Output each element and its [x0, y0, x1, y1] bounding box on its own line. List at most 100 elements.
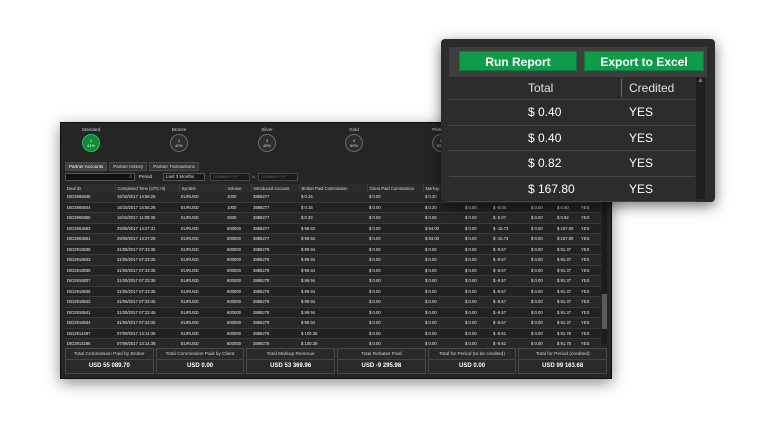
column-header[interactable]: Completed Time (UTC+0) — [115, 184, 180, 192]
table-cell: $ 0.00 — [529, 202, 555, 213]
table-cell: $ 0.00 — [529, 296, 555, 308]
table-row[interactable]: DID2918838 31/08/2017 07:33:35 EURUSD 60000… — [65, 244, 601, 255]
run-report-button[interactable]: Run Report — [459, 51, 577, 71]
row-total: $ 167.80 — [528, 181, 575, 196]
column-header[interactable]: Client Paid Commission — [367, 184, 424, 192]
table-cell: $ 0.00 — [423, 244, 463, 255]
table-row[interactable]: DID2965855 16/10/2017 11:08:38 EURUSD 2000 3… — [65, 212, 601, 224]
date-from-field[interactable]: DD/MM/YYYY — [210, 173, 250, 181]
total-value: USD 0.00 — [459, 363, 486, 369]
table-cell: $ 0.33 — [299, 212, 367, 224]
table-row[interactable]: $ 0.82 YES — [449, 151, 695, 177]
column-divider — [621, 79, 622, 97]
table-cell: $ 0.00 — [463, 265, 491, 276]
total-value: USD 53 369.96 — [270, 363, 312, 369]
column-header[interactable]: Broker Paid Commission — [299, 184, 368, 192]
table-cell: 3886278 — [251, 296, 299, 308]
table-cell: 31/08/2017 07:33:45 — [115, 307, 179, 318]
row-credited: YES — [629, 156, 654, 171]
table-cell: 3886278 — [251, 286, 299, 297]
table-cell: $ 99.53 — [299, 223, 367, 234]
table-row[interactable]: DID2918835 31/08/2017 07:33:35 EURUSD 60000… — [65, 265, 601, 276]
table-cell: $ 167.80 — [555, 233, 579, 245]
table-cell: EURUSD — [179, 223, 225, 234]
table-cell: $ 0.00 — [463, 223, 491, 234]
table-cell: $ 91.37 — [555, 307, 579, 318]
row-credited: YES — [629, 130, 654, 145]
table-cell: 600000 — [225, 254, 251, 266]
table-row[interactable]: DID2963661 29/09/2017 14:27:29 EURUSD 60000… — [65, 233, 601, 245]
scroll-up-arrow-icon[interactable]: ▲ — [697, 77, 704, 85]
date-to-field[interactable]: DD/MM/YYYY — [258, 173, 298, 181]
popup-scrollbar[interactable]: ▲ — [696, 77, 705, 199]
level-name: Silver — [261, 127, 273, 132]
column-header-credited[interactable]: Credited — [629, 77, 674, 99]
column-header-total[interactable]: Total — [528, 77, 553, 99]
table-cell: $ 99.94 — [299, 317, 367, 329]
table-row[interactable]: DID2965844 16/10/2017 14:56:26 EURUSD 1000 3… — [65, 202, 601, 213]
table-cell: 16/10/2017 14:56:26 — [115, 192, 179, 203]
table-row[interactable]: DID2963663 29/09/2017 14:27:31 EURUSD 60000… — [65, 223, 601, 234]
table-cell: 31/08/2017 07:33:35 — [115, 286, 179, 297]
scroll-thumb[interactable] — [602, 294, 607, 329]
row-credited: YES — [629, 181, 654, 196]
level-silver: Silver 3 45% — [237, 127, 297, 159]
table-row[interactable]: DID2918837 31/08/2017 07:33:35 EURUSD 60000… — [65, 275, 601, 287]
total-client-commission: Total Commission Paid by Client USD 0.00 — [155, 348, 245, 374]
table-scrollbar[interactable] — [602, 184, 607, 344]
search-input[interactable]: ⌕ — [65, 173, 135, 181]
table-cell: 600000 — [225, 244, 251, 255]
table-cell: EURUSD — [179, 317, 225, 329]
table-cell: $ 0.00 — [367, 254, 423, 266]
table-cell: 29/09/2017 14:27:31 — [115, 223, 179, 234]
export-to-excel-button[interactable]: Export to Excel — [584, 51, 704, 71]
popup-toolbar: Run Report Export to Excel — [449, 47, 707, 77]
table-cell: 600000 — [225, 296, 251, 308]
table-cell: EURUSD — [179, 192, 225, 203]
level-badge: 3 45% — [258, 134, 276, 152]
table-cell: $ 0.00 — [423, 265, 463, 276]
tab-bar: Partner Accounts Partner History Partner… — [65, 162, 199, 171]
table-cell: $ 0.00 — [367, 317, 423, 329]
table-cell: $ 99.94 — [299, 244, 367, 255]
table-row[interactable]: $ 167.80 YES — [449, 177, 695, 202]
period-select[interactable]: Last 3 Months — [163, 173, 205, 181]
column-header[interactable]: Deal ID — [65, 184, 116, 192]
table-row[interactable]: $ 0.40 YES — [449, 100, 695, 126]
total-value: USD -9 295.98 — [361, 363, 402, 369]
table-row[interactable]: DID2918836 31/08/2017 07:33:35 EURUSD 60000… — [65, 286, 601, 297]
table-cell: $ 99.94 — [299, 296, 367, 308]
table-cell: $ 91.37 — [555, 275, 579, 287]
column-header[interactable]: Introduced Account — [251, 184, 300, 192]
column-header[interactable]: Symbol — [179, 184, 226, 192]
table-row[interactable]: DID2918842 31/08/2017 07:33:45 EURUSD 60000… — [65, 296, 601, 308]
table-row[interactable]: DID2914297 07/09/2017 13:14:38 EURUSD 60000… — [65, 328, 601, 339]
table-cell: $ -15.73 — [491, 223, 529, 234]
column-header[interactable]: Volume — [225, 184, 252, 192]
table-cell: $ 91.37 — [555, 296, 579, 308]
tab-partner-history[interactable]: Partner History — [109, 162, 148, 171]
table-cell: $ 0.00 — [367, 286, 423, 297]
tab-partner-transactions[interactable]: Partner Transactions — [149, 162, 199, 171]
table-cell: 31/08/2017 07:33:35 — [115, 265, 179, 276]
table-cell: $ -0.07 — [491, 212, 529, 224]
table-cell: 3886277 — [251, 202, 299, 213]
table-cell: $ 0.00 — [529, 275, 555, 287]
table-row[interactable]: DID2918841 31/08/2017 07:33:45 EURUSD 60000… — [65, 307, 601, 318]
table-cell: YES — [579, 317, 601, 329]
table-cell: $ 0.00 — [463, 275, 491, 287]
total-label: Total Commission Paid by Client — [156, 349, 244, 360]
totals-bar: Total Commission Paid by Broker USD 55 0… — [65, 348, 608, 374]
tab-partner-accounts[interactable]: Partner Accounts — [65, 162, 108, 171]
table-cell: $ 0.00 — [463, 307, 491, 318]
table-row[interactable]: $ 0.40 YES — [449, 126, 695, 151]
table-cell: $ 0.00 — [529, 328, 555, 339]
level-percent: 41% — [86, 143, 95, 148]
table-row[interactable]: DID2918833 31/08/2017 07:33:35 EURUSD 60000… — [65, 254, 601, 266]
table-cell: $ 0.00 — [529, 265, 555, 276]
table-cell: $ 100.39 — [299, 328, 367, 339]
table-row[interactable]: DID2918834 31/08/2017 07:33:35 EURUSD 60000… — [65, 317, 601, 329]
level-badge: 1 41% — [82, 134, 100, 152]
table-cell: $ -8.57 — [491, 317, 529, 329]
filter-bar: ⌕ Period Last 3 Months DD/MM/YYYY to DD/… — [65, 173, 505, 182]
